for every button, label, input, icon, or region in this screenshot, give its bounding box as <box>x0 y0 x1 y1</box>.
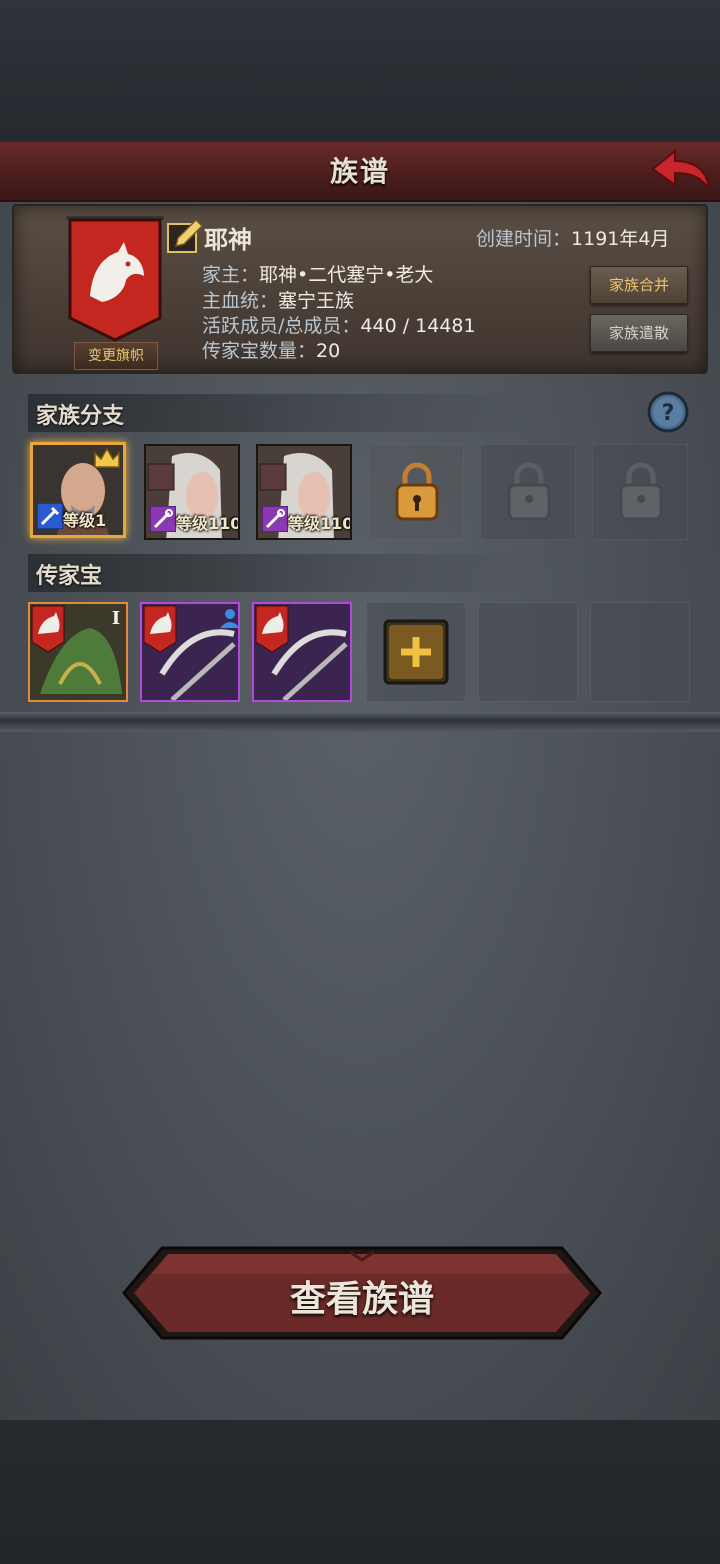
head-value: 耶神•二代塞宁•老大 <box>259 264 434 286</box>
bloodline-value: 塞宁王族 <box>278 290 355 312</box>
bottom-area <box>0 1420 720 1564</box>
created-time: 创建时间：1191年4月 <box>476 224 669 251</box>
svg-text:?: ? <box>662 401 675 426</box>
lock-icon <box>395 462 439 521</box>
top-area <box>0 0 720 142</box>
empty-heirloom-slot <box>590 602 690 702</box>
heirloom-slot[interactable] <box>140 602 240 702</box>
hero-level: 等级110 <box>288 514 352 533</box>
wolf-banner-icon[interactable] <box>66 214 164 342</box>
family-head-line: 家主：耶神•二代塞宁•老大 <box>202 260 433 287</box>
unlockable-branch-slot[interactable] <box>368 444 464 540</box>
branch-hero-slot[interactable]: 等级1 <box>30 442 126 538</box>
armor-item-icon: I <box>30 604 126 700</box>
change-banner-button[interactable]: 变更旗帜 <box>74 342 158 370</box>
crown-icon <box>94 447 120 468</box>
help-icon[interactable]: ? <box>646 390 690 434</box>
members-line: 活跃成员/总成员：440 / 14481 <box>202 311 476 338</box>
created-label: 创建时间： <box>476 228 572 250</box>
head-label: 家主： <box>202 264 260 286</box>
heirloom-count-value: 20 <box>316 340 341 362</box>
created-value: 1191年4月 <box>571 228 670 250</box>
crossbow-item-icon <box>254 604 350 700</box>
heirloom-slot[interactable] <box>252 602 352 702</box>
heirlooms-title: 传家宝 <box>36 564 103 589</box>
lock-icon <box>619 462 663 521</box>
sword-icon <box>37 503 63 529</box>
edit-icon[interactable] <box>166 218 204 256</box>
branches-title: 家族分支 <box>36 404 125 429</box>
disband-family-button[interactable]: 家族遣散 <box>590 314 688 352</box>
heirloom-count-label: 传家宝数量： <box>202 340 317 362</box>
back-button[interactable] <box>648 146 714 196</box>
crossbow-item-icon <box>142 604 238 700</box>
hero-level: 等级110 <box>176 514 240 533</box>
plus-icon <box>383 619 449 685</box>
section-divider <box>0 712 720 732</box>
heirloom-slot[interactable]: I <box>28 602 128 702</box>
heirloom-count-line: 传家宝数量：20 <box>202 336 340 363</box>
branch-hero-slot[interactable]: 等级110 <box>256 444 352 540</box>
staff-icon <box>150 506 176 532</box>
locked-branch-slot <box>480 444 576 540</box>
members-label: 活跃成员/总成员： <box>202 315 361 337</box>
view-family-tree-label: 查看族谱 <box>289 1279 434 1320</box>
bloodline-line: 主血统：塞宁王族 <box>202 286 354 313</box>
lock-icon <box>507 462 551 521</box>
hero-level: 等级1 <box>63 511 107 530</box>
heirlooms-header-bg <box>28 554 528 592</box>
locked-branch-slot <box>592 444 688 540</box>
back-arrow-icon <box>651 148 710 190</box>
bloodline-label: 主血统： <box>202 290 279 312</box>
members-value: 440 / 14481 <box>360 315 476 337</box>
branch-hero-slot[interactable]: 等级110 <box>144 444 240 540</box>
staff-icon <box>262 506 288 532</box>
add-heirloom-slot[interactable] <box>366 602 466 702</box>
tier-label: I <box>112 608 120 629</box>
family-name: 耶神 <box>204 226 252 254</box>
merge-family-button[interactable]: 家族合并 <box>590 266 688 304</box>
page-title: 族谱 <box>329 155 390 188</box>
empty-heirloom-slot <box>478 602 578 702</box>
